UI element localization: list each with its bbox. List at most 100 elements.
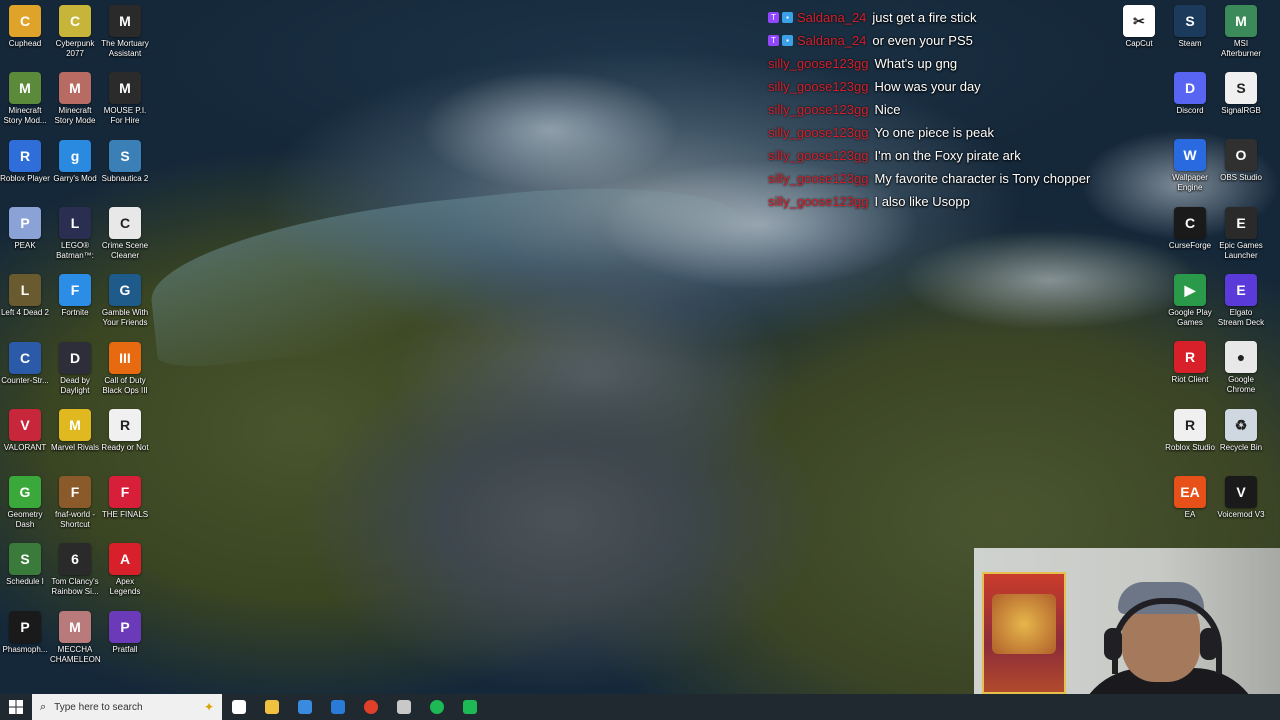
taskbar-search-box[interactable]: ⌕ Type here to search ✦ <box>32 694 222 720</box>
desktop-shortcut[interactable]: R Riot Client <box>1165 341 1215 385</box>
desktop-shortcut[interactable]: Ffnaf-world - Shortcut <box>50 476 100 530</box>
desktop-shortcut[interactable]: P Pratfall <box>100 610 150 655</box>
roblox-studio-icon: R <box>1174 408 1206 441</box>
desktop-shortcut[interactable]: III Call of Duty Black Ops III <box>100 341 150 396</box>
desktop-shortcut-label: Crime Scene Cleaner <box>101 240 149 260</box>
ea-icon: EA <box>1174 475 1206 508</box>
desktop-shortcut[interactable]: R Ready or Not <box>100 408 150 453</box>
desktop-shortcut[interactable]: W Wallpaper Engine <box>1165 139 1215 193</box>
task-view-taskbar-button[interactable] <box>222 694 255 720</box>
left4dead-icon: L <box>9 274 41 307</box>
desktop-shortcut-label: MSI Afterburner <box>1220 39 1262 58</box>
desktop-shortcut-label: Voicemod V3 <box>1217 509 1265 519</box>
desktop-shortcut-label: EA <box>1184 509 1196 519</box>
desktop-shortcut[interactable]: L Left 4 Dead 2 <box>0 274 50 318</box>
desktop-shortcut[interactable]: A Apex Legends <box>100 543 150 597</box>
desktop-shortcut[interactable]: S SignalRGB <box>1216 72 1266 116</box>
desktop-shortcut[interactable]: ● Google Chrome <box>1216 341 1266 395</box>
settings-taskbar-taskbar-button[interactable] <box>387 694 420 720</box>
desktop-shortcut-label: Garry's Mod <box>53 173 97 183</box>
desktop-shortcut[interactable]: 6 Tom Clancy's Rainbow Si... <box>50 543 100 597</box>
desktop-shortcut[interactable]: D Dead by Daylight <box>50 341 100 396</box>
desktop-shortcut[interactable]: O OBS Studio <box>1216 139 1266 183</box>
desktop-shortcut[interactable]: EA EA <box>1165 475 1215 520</box>
desktop-shortcut[interactable]: M Marvel Rivals <box>50 408 100 453</box>
cuphead-icon: C <box>9 5 41 37</box>
microsoft-store-icon <box>297 700 312 714</box>
desktop-shortcut[interactable]: E Elgato Stream Deck <box>1216 273 1266 328</box>
desktop-shortcut[interactable]: R Roblox Player <box>0 139 50 184</box>
chat-username: silly_goose123gg <box>768 148 869 163</box>
microsoft-store-taskbar-button[interactable] <box>288 694 321 720</box>
chat-text: Yo one piece is peak <box>874 125 994 140</box>
desktop-shortcut-label: Pratfall <box>112 644 138 654</box>
desktop-shortcut[interactable]: G Geometry Dash <box>0 476 50 530</box>
desktop-shortcut[interactable]: V Voicemod V3 <box>1216 475 1266 520</box>
chat-username: Saldana_24 <box>797 10 867 25</box>
peak-icon: P <box>9 206 41 239</box>
fortnite-icon: F <box>59 274 91 307</box>
rainbow-six-icon: 6 <box>59 543 91 576</box>
desktop-shortcut[interactable]: S Schedule I <box>0 543 50 587</box>
phasmophobia-icon: P <box>9 610 41 643</box>
desktop-shortcut[interactable]: LLEGO® Batman™: L... <box>50 206 100 261</box>
chat-badges: T ▪ <box>768 35 793 46</box>
desktop-shortcut[interactable]: V VALORANT <box>0 408 50 453</box>
desktop-shortcut[interactable]: C Cuphead <box>0 5 50 49</box>
twitch-badge-icon: T <box>768 12 779 23</box>
desktop-shortcut-label: CurseForge <box>1168 240 1212 250</box>
desktop-shortcut[interactable]: S Subnautica 2 <box>100 139 150 184</box>
chat-username: silly_goose123gg <box>768 56 869 71</box>
chat-username: silly_goose123gg <box>768 79 869 94</box>
desktop-shortcut[interactable]: R Roblox Studio <box>1165 408 1215 453</box>
desktop-shortcut-label: Epic Games Launcher <box>1219 240 1263 260</box>
curseforge-icon: C <box>1174 206 1206 239</box>
desktop-shortcut[interactable]: D Discord <box>1165 72 1215 116</box>
desktop-shortcut[interactable]: F Fortnite <box>50 274 100 318</box>
chat-username: Saldana_24 <box>797 33 867 48</box>
desktop-shortcut-label: VALORANT <box>3 442 47 452</box>
desktop-shortcut[interactable]: C Counter-Str... <box>0 341 50 386</box>
desktop-shortcut[interactable]: M MOUSE P.I. For Hire <box>100 72 150 126</box>
chat-message: silly_goose123gg Yo one piece is peak <box>768 121 1138 144</box>
streaming-app-taskbar-button[interactable] <box>453 694 486 720</box>
desktop-shortcut[interactable]: C Crime Scene Cleaner <box>100 206 150 261</box>
desktop-shortcut[interactable]: M Minecraft Story Mode <box>50 72 100 126</box>
desktop-shortcut[interactable]: F THE FINALS <box>100 476 150 520</box>
the-finals-icon: F <box>109 476 141 509</box>
desktop-shortcut[interactable]: g Garry's Mod <box>50 139 100 184</box>
edge-taskbar-button[interactable] <box>321 694 354 720</box>
spotify-taskbar-button[interactable] <box>420 694 453 720</box>
desktop-shortcut-label: The Mortuary Assistant <box>101 39 149 58</box>
roblox-player-icon: R <box>9 139 41 172</box>
desktop-shortcut[interactable]: M Minecraft Story Mod... <box>0 72 50 126</box>
recycle-bin-icon: ♻ <box>1225 408 1257 441</box>
marvel-rivals-icon: M <box>59 408 91 441</box>
start-button[interactable] <box>0 694 32 720</box>
desktop-shortcut[interactable]: M The Mortuary Assistant <box>100 5 150 59</box>
chat-message: silly_goose123gg My favorite character is… <box>768 167 1138 190</box>
desktop-shortcut[interactable]: M MECCHA CHAMELEON <box>50 610 100 665</box>
desktop-shortcut[interactable]: P Phasmoph... <box>0 610 50 655</box>
task-view-icon <box>231 700 246 714</box>
desktop-shortcut[interactable]: M MSI Afterburner <box>1216 5 1266 59</box>
windows-logo-icon <box>9 700 23 714</box>
desktop-shortcut-label: Roblox Studio <box>1165 442 1215 452</box>
desktop-shortcut[interactable]: ▶ Google Play Games <box>1165 273 1215 328</box>
fnaf-world-icon: F <box>59 476 91 509</box>
desktop-shortcut-label: Cyberpunk 2077 <box>55 39 95 58</box>
meccha-chameleon-icon: M <box>59 610 91 643</box>
chat-text: What's up gng <box>874 56 958 71</box>
desktop-shortcut[interactable]: P PEAK <box>0 206 50 251</box>
taskbar-pinned-apps <box>222 694 486 720</box>
desktop-shortcut[interactable]: C CurseForge <box>1165 206 1215 251</box>
desktop-shortcut[interactable]: G Gamble With Your Friends <box>100 274 150 328</box>
desktop-shortcut[interactable]: E Epic Games Launcher <box>1216 206 1266 261</box>
desktop-shortcut[interactable]: S Steam <box>1165 5 1215 49</box>
chat-message: T ▪ Saldana_24 just get a fire stick <box>768 6 1138 29</box>
desktop-shortcut[interactable]: ♻ Recycle Bin <box>1216 408 1266 453</box>
desktop-shortcut[interactable]: C Cyberpunk 2077 <box>50 5 100 59</box>
file-explorer-taskbar-button[interactable] <box>255 694 288 720</box>
wallpaper-cloud <box>900 230 1200 330</box>
chrome-taskbar-taskbar-button[interactable] <box>354 694 387 720</box>
